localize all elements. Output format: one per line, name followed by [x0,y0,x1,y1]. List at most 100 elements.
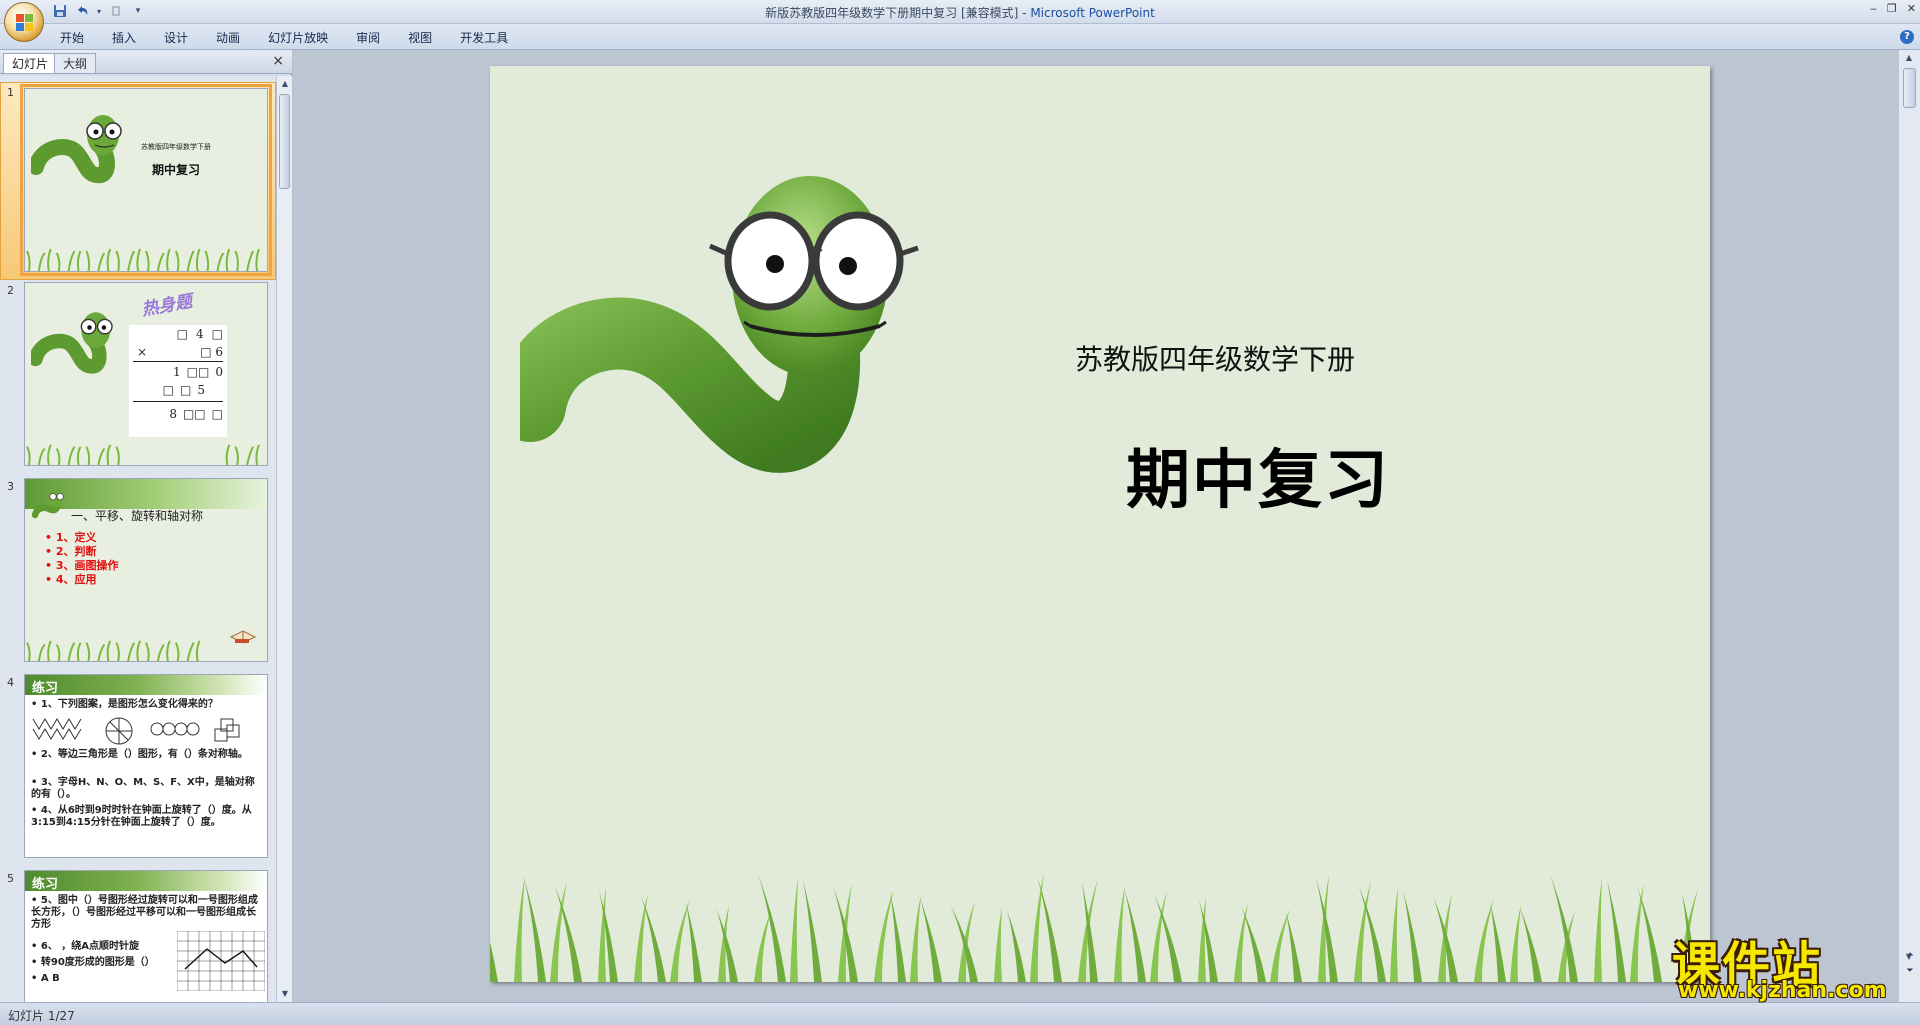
scroll-thumb[interactable] [279,94,290,189]
slide-thumbnail-3[interactable]: 一、平移、旋转和轴对称 • 1、定义 • 2、判断 • 3、画图操作 • 4、应… [24,478,268,662]
tab-slides[interactable]: 幻灯片 [3,53,58,73]
editor-scrollbar[interactable]: ▲ ⏶ ⏷ ▼ [1898,50,1920,1002]
close-icon[interactable]: ✕ [1907,2,1916,15]
site-watermark: 课件站 www.kjzhan.com [1672,925,1902,1005]
thumb-header-band: 练习 [25,871,267,892]
scroll-up-icon[interactable]: ▲ [1904,53,1914,63]
grass-blade [1124,888,1146,982]
tab-home[interactable]: 开始 [46,29,98,47]
multiply-sign: × [137,345,148,359]
document-title: 新版苏教版四年级数学下册期中复习 [兼容模式] [765,6,1019,20]
thumb-header-band: 练习 [25,675,267,696]
panel-close-icon[interactable]: × [272,53,284,69]
worm-with-glasses-icon [520,176,919,473]
thumb-heading: 一、平移、旋转和轴对称 [71,509,204,523]
digit-cell: □ [162,383,175,397]
slide-thumbnail-2[interactable]: 热身题 □ 4 □ × □ 6 1 □□ 0 □ □ 5 8 □□ □ [24,282,268,466]
thumb-subtitle: 苏教版四年级数学下册 [141,143,211,151]
digit-cell: □□ [186,365,210,379]
slide-subtitle[interactable]: 苏教版四年级数学下册 [1075,338,1355,378]
slide-thumbnail-1[interactable]: 苏教版四年级数学下册 期中复习 [20,84,272,276]
thumbnail-number: 2 [7,284,14,297]
tab-outline[interactable]: 大纲 [54,53,97,73]
office-button[interactable] [4,2,44,42]
grass-blade [1490,902,1506,982]
thumb-line: • 3、字母H、N、O、M、S、F、X中，是轴对称的有（）。 [31,777,255,800]
grass-blade [920,898,942,982]
tab-slideshow[interactable]: 幻灯片放映 [254,29,342,47]
scroll-up-icon[interactable]: ▲ [280,79,290,89]
digit-cell: □□ [182,407,206,421]
pattern-figures [32,717,240,745]
digit-cell: □ [211,327,223,341]
tab-developer[interactable]: 开发工具 [446,29,522,47]
grass-blade [634,893,648,982]
tab-review[interactable]: 审阅 [342,29,394,47]
grass-blade [803,880,822,982]
grass-blade [994,907,1002,982]
thumb-heading: 热身题 [140,291,194,321]
tab-design[interactable]: 设计 [150,29,202,47]
grass-blade [514,875,525,982]
help-icon[interactable]: ? [1900,30,1914,44]
ribbon-tabs: 开始 插入 设计 动画 幻灯片放映 审阅 视图 开发工具 [46,29,522,47]
title-bar: ▾ ▾ 新版苏教版四年级数学下册期中复习 [兼容模式] - Microsoft … [0,0,1920,24]
grass-blade [1198,897,1206,982]
digit-cell: □ [211,407,223,421]
grass-blade [1234,903,1248,982]
grass-blade [890,892,906,982]
digit-cell: 6 [215,345,223,359]
grass-blade [1630,883,1644,982]
grass-blade [1474,899,1494,982]
slide-thumbnail-4[interactable]: 练习 • 1、下列图案，是图形怎么变化得来的？ • 2、等边三角形是（）图形，有… [24,674,268,858]
minimize-icon[interactable]: ‒ [1870,2,1877,15]
digit-cell: 0 [215,365,223,379]
digit-cell: □ [200,345,212,359]
slide-title[interactable]: 期中复习 [1126,429,1390,521]
grass-blade [754,911,771,982]
grass-decoration [26,248,260,271]
thumb-line: • 转90度形成的图形是（） [31,957,155,968]
restore-icon[interactable]: ❐ [1887,2,1897,15]
grass-blade [1007,910,1026,982]
tab-insert[interactable]: 插入 [98,29,150,47]
thumb-line: • 4、从6时到9时时针在钟面上旋转了（）度。从3:15到4:15分针在钟面上旋… [31,805,252,828]
grass-blade [686,902,702,982]
thumbnail-scrollbar[interactable]: ▲ ▼ [276,76,292,1002]
thumb-title: 期中复习 [152,163,201,177]
slide-thumbnail-5[interactable]: 练习 • 5、图中（）号图形经过旋转可以和一号图形组成长方形，（）号图形经过平移… [24,870,268,1002]
grass-blade [524,878,546,982]
thumbnail-list: 1 苏教版四年级数学下册 期中复习 2 热身题 □ 4 □ × □ 6 1 □□… [0,76,276,1002]
office-logo-icon [16,14,34,32]
digit-cell: 5 [197,383,205,397]
panel-tabs: 幻灯片 大纲 × [0,50,292,74]
grass-blade [910,895,921,982]
grass-blade [1510,905,1521,982]
next-slide-icon[interactable]: ⏷ [1903,964,1917,978]
thumb-line: • 2、等边三角形是（）图形，有（）条对称轴。 [31,749,248,760]
thumb-line: • 5、图中（）号图形经过旋转可以和一号图形组成长方形，（）号图形经过平移可以和… [31,895,258,930]
thumbnail-number: 5 [7,872,14,885]
slide-editor: 苏教版四年级数学下册 期中复习 [293,50,1898,1002]
digit-cell: □ [180,383,192,397]
digit-cell: 1 [173,365,181,379]
tab-animations[interactable]: 动画 [202,29,254,47]
slides-panel: 幻灯片 大纲 × 1 苏教版四年级数学下册 期中复习 2 热身题 □ 4 □ ×… [0,50,292,1002]
watermark-url: www.kjzhan.com [1678,978,1887,1003]
scroll-down-icon[interactable]: ▼ [1904,952,1914,962]
grass-blade [1030,873,1044,982]
app-name: Microsoft PowerPoint [1030,6,1155,20]
thumb-header: 练习 [32,681,59,696]
grass-blade [490,941,498,982]
scroll-down-icon[interactable]: ▼ [280,989,290,999]
worm-icon [31,115,122,184]
grass-decoration [26,444,260,465]
scroll-thumb[interactable] [1903,68,1916,108]
grid-figure [177,931,265,991]
thumbnail-number: 1 [7,86,14,99]
vertical-multiplication: □ 4 □ × □ 6 1 □□ 0 □ □ 5 8 □□ □ [129,325,227,437]
grass-blade [1520,908,1542,982]
tab-view[interactable]: 视图 [394,29,446,47]
grass-blade [1390,887,1398,982]
slide-canvas[interactable]: 苏教版四年级数学下册 期中复习 [490,66,1710,982]
